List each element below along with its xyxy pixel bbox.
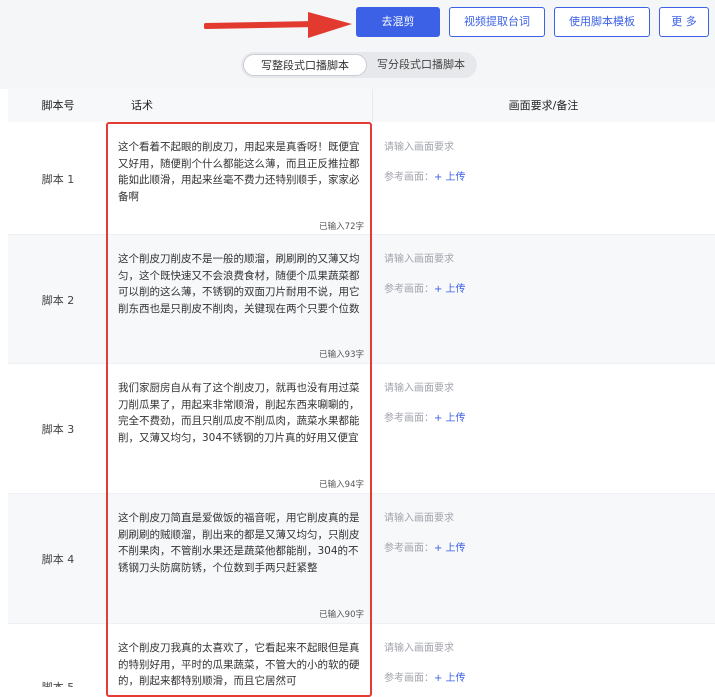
table-row: 脚本 2 这个削皮刀削皮不是一般的顺溜，刷刷刷的又薄又均匀，这个既快速又不会浪费…: [8, 234, 715, 363]
more-button[interactable]: 更 多: [659, 7, 709, 37]
script-id: 脚本 4: [41, 553, 75, 566]
go-mix-cut-button[interactable]: 去混剪: [356, 7, 440, 37]
script-text-input[interactable]: 这个削皮刀简直是爱做饭的福音呢，用它削皮真的是刷刷刷的贼顺溜，削出来的都是又薄又…: [108, 493, 372, 623]
upload-link[interactable]: + 上传: [434, 543, 466, 554]
remark-input[interactable]: 请输入画面要求: [384, 250, 454, 265]
char-count: 已输入90字: [319, 610, 364, 620]
row-divider: [8, 493, 715, 494]
table-header: 脚本号 话术 画面要求/备注: [8, 89, 715, 123]
script-text-input[interactable]: 这个削皮刀削皮不是一般的顺溜，刷刷刷的又薄又均匀，这个既快速又不会浪费食材，随便…: [108, 234, 372, 363]
table-row: 脚本 4 这个削皮刀简直是爱做饭的福音呢，用它削皮真的是刷刷刷的贼顺溜，削出来的…: [8, 493, 715, 623]
char-count: 已输入93字: [319, 350, 364, 360]
use-template-button[interactable]: 使用脚本模板: [554, 7, 650, 37]
script-text: 这个削皮刀我真的太喜欢了，它看起来不起眼但是真的特别好用，平时的瓜果蔬菜，不管大…: [118, 642, 360, 687]
upload-link[interactable]: + 上传: [434, 172, 466, 183]
table-row: 脚本 1 这个看着不起眼的削皮刀，用起来是真香呀！既便宜又好用，随便削个什么都能…: [8, 122, 715, 234]
script-id: 脚本 2: [41, 294, 75, 307]
script-mode-switch: 写整段式口播脚本 写分段式口播脚本: [241, 52, 477, 78]
script-id: 脚本 3: [41, 423, 75, 436]
header-script-text: 话术: [131, 99, 153, 112]
whole-script-tab[interactable]: 写整段式口播脚本: [243, 54, 367, 76]
char-count: 已输入94字: [319, 480, 364, 490]
remark-input[interactable]: 请输入画面要求: [384, 639, 454, 654]
table-row: 脚本 3 我们家厨房自从有了这个削皮刀，就再也没有用过菜刀削瓜果了，用起来非常顺…: [8, 363, 715, 493]
header-script-id: 脚本号: [41, 99, 75, 112]
row-divider: [8, 623, 715, 624]
upload-link[interactable]: + 上传: [434, 284, 466, 295]
reference-image-label: 参考画面：+ 上传: [384, 543, 466, 554]
char-count: 已输入72字: [319, 222, 364, 232]
header-remark: 画面要求/备注: [508, 99, 579, 112]
arrow-annotation-icon: [204, 12, 352, 38]
script-text: 这个削皮刀削皮不是一般的顺溜，刷刷刷的又薄又均匀，这个既快速又不会浪费食材，随便…: [118, 253, 360, 315]
script-text: 我们家厨房自从有了这个削皮刀，就再也没有用过菜刀削瓜果了，用起来非常顺滑，削起东…: [118, 382, 360, 444]
reference-image-label: 参考画面：+ 上传: [384, 284, 466, 295]
reference-image-label: 参考画面：+ 上传: [384, 673, 466, 684]
reference-image-label: 参考画面：+ 上传: [384, 413, 466, 424]
remark-input[interactable]: 请输入画面要求: [384, 509, 454, 524]
script-text: 这个看着不起眼的削皮刀，用起来是真香呀！既便宜又好用，随便削个什么都能这么薄，而…: [118, 141, 360, 203]
upload-link[interactable]: + 上传: [434, 413, 466, 424]
extract-lines-button[interactable]: 视频提取台词: [449, 7, 545, 37]
row-divider: [8, 234, 715, 235]
script-text-input[interactable]: 这个看着不起眼的削皮刀，用起来是真香呀！既便宜又好用，随便削个什么都能这么薄，而…: [108, 122, 372, 234]
row-divider: [8, 363, 715, 364]
remark-input[interactable]: 请输入画面要求: [384, 138, 454, 153]
remark-input[interactable]: 请输入画面要求: [384, 379, 454, 394]
script-id: 脚本 1: [41, 173, 75, 186]
script-text-input[interactable]: 我们家厨房自从有了这个削皮刀，就再也没有用过菜刀削瓜果了，用起来非常顺滑，削起东…: [108, 363, 372, 493]
script-text-input[interactable]: 这个削皮刀我真的太喜欢了，它看起来不起眼但是真的特别好用，平时的瓜果蔬菜，不管大…: [108, 623, 372, 687]
toolbar: 去混剪 视频提取台词 使用脚本模板 更 多 写整段式口播脚本 写分段式口播脚本: [0, 0, 715, 89]
script-id: 脚本 5: [8, 679, 108, 687]
reference-image-label: 参考画面：+ 上传: [384, 172, 466, 183]
script-text: 这个削皮刀简直是爱做饭的福音呢，用它削皮真的是刷刷刷的贼顺溜，削出来的都是又薄又…: [118, 512, 360, 574]
upload-link[interactable]: + 上传: [434, 673, 466, 684]
segmented-script-tab[interactable]: 写分段式口播脚本: [369, 54, 473, 76]
table-row: 脚本 5 这个削皮刀我真的太喜欢了，它看起来不起眼但是真的特别好用，平时的瓜果蔬…: [8, 623, 715, 687]
